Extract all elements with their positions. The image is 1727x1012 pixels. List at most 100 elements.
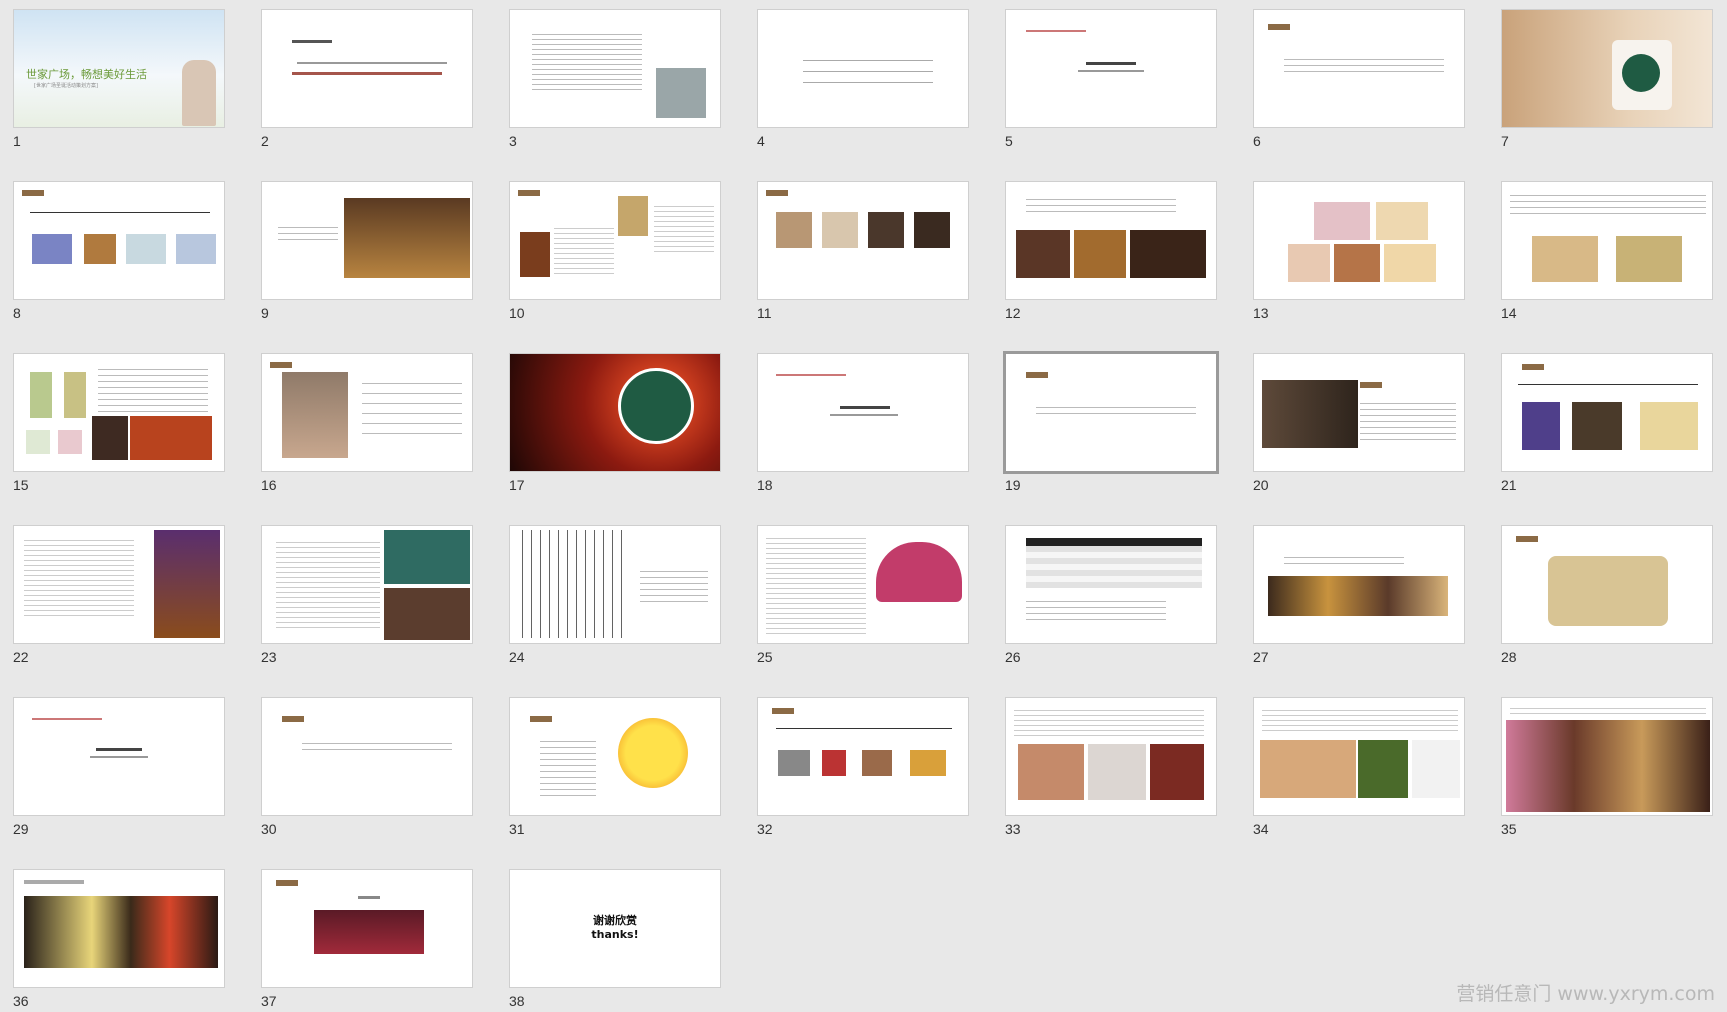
text-block — [554, 224, 614, 274]
photo — [32, 234, 72, 264]
slide-thumbnail-19[interactable] — [1003, 351, 1219, 474]
starbucks-logo-icon — [618, 368, 694, 444]
candy-photo — [1506, 720, 1710, 812]
slide-thumbnail-15[interactable] — [13, 353, 225, 472]
photo — [1088, 744, 1146, 800]
slide-thumbnail-6[interactable] — [1253, 9, 1465, 128]
stage-photo — [314, 910, 424, 954]
slide-thumbnail-17[interactable] — [509, 353, 721, 472]
slide-thumbnail-28[interactable] — [1501, 525, 1713, 644]
slide-thumbnail-1[interactable]: 世家广场，畅想美好生活 [世家广场圣诞活动策划方案] — [13, 9, 225, 128]
slide-thumbnail-8[interactable] — [13, 181, 225, 300]
slide-number: 31 — [509, 821, 525, 837]
photo — [778, 750, 810, 776]
text-block — [278, 222, 338, 244]
slide-thumbnail-20[interactable] — [1253, 353, 1465, 472]
slide-thumbnail-23[interactable] — [261, 525, 473, 644]
slide-number: 22 — [13, 649, 29, 665]
slide-number: 35 — [1501, 821, 1517, 837]
text-line — [776, 374, 846, 376]
slide-thumbnail-5[interactable] — [1005, 9, 1217, 128]
text-block — [1284, 552, 1404, 566]
slide-title: 世家广场，畅想美好生活 — [26, 68, 147, 81]
photo — [126, 234, 166, 264]
slide-thumbnail-37[interactable] — [261, 869, 473, 988]
text-block — [1360, 398, 1456, 442]
coffee-photo — [1016, 230, 1070, 278]
mug-photo — [1412, 740, 1460, 798]
slide-thumbnail-2[interactable] — [261, 9, 473, 128]
section-header-bar — [518, 190, 540, 196]
thanks-line-1: 谢谢欣赏 — [593, 914, 637, 927]
slide-thumbnail-29[interactable] — [13, 697, 225, 816]
drink-photo — [26, 430, 50, 454]
photo — [282, 372, 348, 458]
slide-thumbnail-4[interactable] — [757, 9, 969, 128]
text-block — [1510, 704, 1706, 718]
section-header-bar — [766, 190, 788, 196]
slide-thumbnail-35[interactable] — [1501, 697, 1713, 816]
slide-number: 9 — [261, 305, 269, 321]
slide-number: 13 — [1253, 305, 1269, 321]
coffee-photo — [914, 212, 950, 248]
photo — [862, 750, 892, 776]
slide-thumbnail-22[interactable] — [13, 525, 225, 644]
slide-thumbnail-33[interactable] — [1005, 697, 1217, 816]
slide-thumbnail-14[interactable] — [1501, 181, 1713, 300]
slide-thumbnail-16[interactable] — [261, 353, 473, 472]
drink-photo — [64, 372, 86, 418]
slide-thumbnail-12[interactable] — [1005, 181, 1217, 300]
slide-thumbnail-25[interactable] — [757, 525, 969, 644]
slide-thumbnail-36[interactable] — [13, 869, 225, 988]
product-photo — [618, 196, 648, 236]
slide-thumbnail-7[interactable] — [1501, 9, 1713, 128]
slide-thumbnail-18[interactable] — [757, 353, 969, 472]
dessert-photo — [1384, 244, 1436, 282]
slide-thumbnail-27[interactable] — [1253, 525, 1465, 644]
slide-number: 27 — [1253, 649, 1269, 665]
slide-thumbnail-3[interactable] — [509, 9, 721, 128]
table-header — [1026, 538, 1202, 546]
section-header-bar — [1522, 364, 1544, 370]
slide-number: 16 — [261, 477, 277, 493]
section-header-bar — [1516, 536, 1538, 542]
coffee-photo — [868, 212, 904, 248]
slide-thumbnail-11[interactable] — [757, 181, 969, 300]
slide-subtitle: [世家广场圣诞活动策划方案] — [34, 83, 98, 89]
text-block — [1284, 54, 1444, 74]
casino-photo — [384, 530, 470, 584]
slide-number: 23 — [261, 649, 277, 665]
text-block — [1510, 190, 1706, 216]
drink-photo — [58, 430, 82, 454]
slide-thumbnail-9[interactable] — [261, 181, 473, 300]
section-header-bar — [1360, 382, 1382, 388]
slide-thumbnail-24[interactable] — [509, 525, 721, 644]
slide-number: 20 — [1253, 477, 1269, 493]
text-line — [297, 62, 447, 64]
slide-thumbnail-21[interactable] — [1501, 353, 1713, 472]
text-line — [830, 414, 898, 416]
roulette-photo — [154, 530, 220, 638]
slide-thumbnail-30[interactable] — [261, 697, 473, 816]
slide-number: 4 — [757, 133, 765, 149]
slide-thumbnail-13[interactable] — [1253, 181, 1465, 300]
coffee-photo — [822, 212, 858, 248]
mug-photo — [1260, 740, 1356, 798]
slide-number: 6 — [1253, 133, 1261, 149]
slide-thumbnail-10[interactable] — [509, 181, 721, 300]
slide-number: 15 — [13, 477, 29, 493]
section-header-bar — [1026, 372, 1048, 378]
slide-thumbnail-31[interactable] — [509, 697, 721, 816]
slide-number: 19 — [1005, 477, 1021, 493]
coffee-photo — [776, 212, 812, 248]
slide-thumbnail-32[interactable] — [757, 697, 969, 816]
slide-thumbnail-34[interactable] — [1253, 697, 1465, 816]
text-line — [1026, 30, 1086, 32]
divider — [30, 212, 210, 213]
slide-thumbnail-26[interactable] — [1005, 525, 1217, 644]
photo — [176, 234, 216, 264]
slide-thumbnail-38[interactable]: 谢谢欣赏 thanks! — [509, 869, 721, 988]
sicbo-table-photo — [514, 530, 626, 638]
section-header-bar — [270, 362, 292, 368]
text-block — [803, 50, 933, 86]
